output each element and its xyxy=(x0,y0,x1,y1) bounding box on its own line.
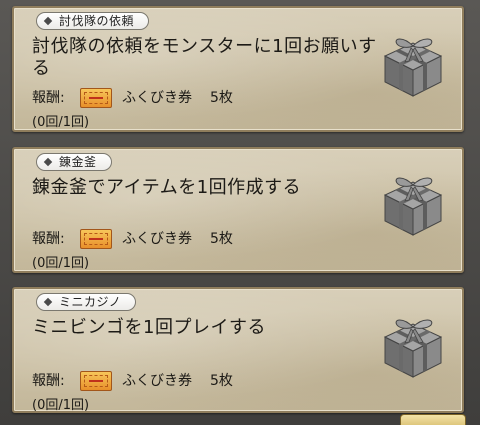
ticket-icon xyxy=(80,371,112,391)
reward-count: 5枚 xyxy=(210,373,233,389)
gift-box-icon xyxy=(383,319,443,378)
reward-label: 報酬: xyxy=(32,373,65,389)
quest-card[interactable]: 討伐隊の依頼 討伐隊の依頼をモンスターに1回お願いする 報酬: ふくびき券 5枚… xyxy=(12,6,464,132)
quest-category-label: ミニカジノ xyxy=(59,295,122,309)
quest-progress: (0回/1回) xyxy=(32,398,90,413)
reward-row: 報酬: ふくびき券 5枚 xyxy=(32,371,233,391)
quest-card[interactable]: 錬金釜 錬金釜でアイテムを1回作成する 報酬: ふくびき券 5枚 (0回/1回) xyxy=(12,147,464,273)
reward-row: 報酬: ふくびき券 5枚 xyxy=(32,229,233,249)
quest-card[interactable]: ミニカジノ ミニビンゴを1回プレイする 報酬: ふくびき券 5枚 (0回/1回) xyxy=(12,287,464,413)
bottom-action-button[interactable] xyxy=(400,414,466,425)
reward-name: ふくびき券 xyxy=(122,373,192,389)
quest-category-label: 錬金釜 xyxy=(59,155,97,169)
quest-title: 錬金釜でアイテムを1回作成する xyxy=(32,177,302,198)
ticket-icon xyxy=(80,229,112,249)
quest-list-screen: 討伐隊の依頼 討伐隊の依頼をモンスターに1回お願いする 報酬: ふくびき券 5枚… xyxy=(0,0,480,425)
ticket-icon xyxy=(80,88,112,108)
quest-category-tag: ミニカジノ xyxy=(36,293,137,311)
diamond-icon xyxy=(43,16,53,26)
quest-category-label: 討伐隊の依頼 xyxy=(59,14,135,28)
reward-label: 報酬: xyxy=(32,90,65,106)
diamond-icon xyxy=(43,297,53,307)
quest-category-tag: 錬金釜 xyxy=(36,153,112,171)
quest-progress: (0回/1回) xyxy=(32,256,90,271)
quest-category-tag: 討伐隊の依頼 xyxy=(36,12,150,30)
quest-progress: (0回/1回) xyxy=(32,115,90,130)
gift-box-icon xyxy=(383,38,443,97)
diamond-icon xyxy=(43,157,53,167)
gift-box-icon xyxy=(383,177,443,236)
reward-name: ふくびき券 xyxy=(122,90,192,106)
reward-label: 報酬: xyxy=(32,231,65,247)
reward-row: 報酬: ふくびき券 5枚 xyxy=(32,88,233,108)
reward-count: 5枚 xyxy=(210,231,233,247)
quest-title: 討伐隊の依頼をモンスターに1回お願いする xyxy=(32,36,377,79)
reward-count: 5枚 xyxy=(210,90,233,106)
reward-name: ふくびき券 xyxy=(122,231,192,247)
quest-title: ミニビンゴを1回プレイする xyxy=(32,317,266,338)
